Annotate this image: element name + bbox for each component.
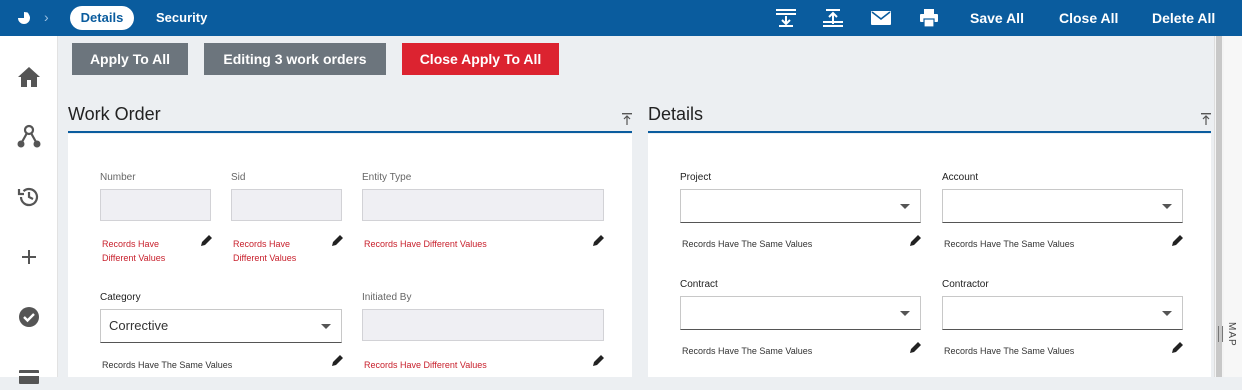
chevron-down-icon <box>900 204 910 209</box>
number-input[interactable] <box>100 189 211 221</box>
contractor-label: Contractor <box>942 279 989 290</box>
left-nav <box>0 36 58 384</box>
contractor-select[interactable] <box>942 296 1183 330</box>
top-bar: › Details Security Save All Close All De… <box>0 0 1242 36</box>
number-message: Records Have Different Values <box>102 239 166 263</box>
apply-to-all-button[interactable]: Apply To All <box>72 43 188 75</box>
number-label: Number <box>100 172 136 183</box>
plus-icon[interactable] <box>16 244 42 270</box>
drag-handle-icon[interactable] <box>1218 326 1223 342</box>
save-all-button[interactable]: Save All <box>970 10 1024 26</box>
account-message: Records Have The Same Values <box>944 239 1075 249</box>
contract-message: Records Have The Same Values <box>682 346 813 356</box>
pencil-icon[interactable] <box>1171 233 1185 247</box>
sid-label: Sid <box>231 172 246 183</box>
home-icon[interactable] <box>16 64 42 90</box>
map-panel-label[interactable]: MAP <box>1226 322 1237 347</box>
initiated-by-message: Records Have Different Values <box>364 360 487 370</box>
tab-details[interactable]: Details <box>70 6 134 30</box>
email-icon[interactable] <box>870 8 892 28</box>
details-title: Details <box>648 104 704 124</box>
category-value: Corrective <box>109 318 169 333</box>
initiated-by-label: Initiated By <box>362 292 412 303</box>
pencil-icon[interactable] <box>909 340 923 354</box>
entity-type-label: Entity Type <box>362 172 412 183</box>
sid-message: Records Have Different Values <box>233 239 297 263</box>
print-icon[interactable] <box>918 8 940 28</box>
collapse-section-icon[interactable] <box>622 113 632 125</box>
pencil-icon[interactable] <box>592 353 606 367</box>
section-divider <box>68 131 632 133</box>
pencil-icon[interactable] <box>331 233 345 247</box>
chevron-down-icon <box>1162 204 1172 209</box>
details-card: Project Records Have The Same Values Acc… <box>648 134 1211 377</box>
contract-label: Contract <box>680 279 718 290</box>
expand-all-icon[interactable] <box>775 8 797 28</box>
section-divider <box>648 131 1211 133</box>
category-select[interactable]: Corrective <box>100 309 342 343</box>
initiated-by-input[interactable] <box>362 309 604 341</box>
hierarchy-icon[interactable] <box>16 124 42 150</box>
work-order-title: Work Order <box>68 104 161 124</box>
pencil-icon[interactable] <box>331 353 345 367</box>
card-icon[interactable] <box>16 364 42 390</box>
close-apply-to-all-button[interactable]: Close Apply To All <box>402 43 559 75</box>
collapse-section-icon[interactable] <box>1201 113 1211 125</box>
entity-type-message: Records Have Different Values <box>364 239 487 249</box>
chevron-right-icon: › <box>44 9 49 25</box>
close-all-button[interactable]: Close All <box>1059 10 1118 26</box>
collapse-all-icon[interactable] <box>822 8 844 28</box>
account-select[interactable] <box>942 189 1183 223</box>
project-select[interactable] <box>680 189 921 223</box>
account-label: Account <box>942 172 979 183</box>
pencil-icon[interactable] <box>909 233 923 247</box>
pencil-icon[interactable] <box>1171 340 1185 354</box>
chevron-down-icon <box>1162 311 1172 316</box>
pencil-icon[interactable] <box>200 233 214 247</box>
check-circle-icon[interactable] <box>16 304 42 330</box>
history-icon[interactable] <box>16 184 42 210</box>
project-label: Project <box>680 172 712 183</box>
category-label: Category <box>100 292 141 303</box>
contractor-message: Records Have The Same Values <box>944 346 1075 356</box>
category-message: Records Have The Same Values <box>102 360 233 370</box>
contract-select[interactable] <box>680 296 921 330</box>
pencil-icon[interactable] <box>592 233 606 247</box>
work-order-card: Number Records Have Different Values Sid… <box>68 134 632 377</box>
sid-input[interactable] <box>231 189 342 221</box>
chevron-down-icon <box>321 324 331 329</box>
app-logo-icon[interactable] <box>16 10 32 26</box>
project-message: Records Have The Same Values <box>682 239 813 249</box>
editing-work-orders-button[interactable]: Editing 3 work orders <box>204 43 386 75</box>
chevron-down-icon <box>900 311 910 316</box>
tab-security[interactable]: Security <box>156 6 207 30</box>
delete-all-button[interactable]: Delete All <box>1152 10 1215 26</box>
entity-type-input[interactable] <box>362 189 604 221</box>
